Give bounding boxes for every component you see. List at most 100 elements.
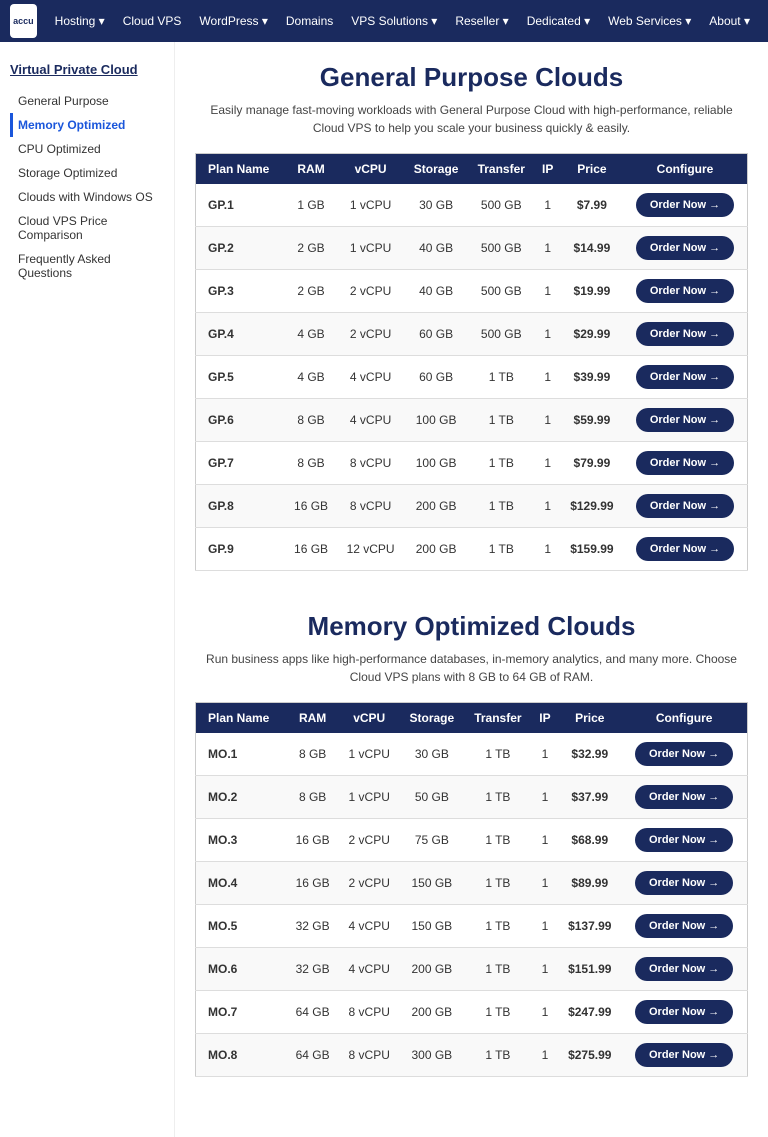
- gp-plan-price: $59.99: [561, 399, 623, 442]
- gp-plan-configure[interactable]: Order Now →: [623, 184, 748, 227]
- gp-col-plan: Plan Name: [196, 154, 286, 185]
- gp-plan-configure[interactable]: Order Now →: [623, 442, 748, 485]
- mo-plan-ram: 16 GB: [286, 862, 338, 905]
- table-row: GP.5 4 GB 4 vCPU 60 GB 1 TB 1 $39.99 Ord…: [196, 356, 748, 399]
- mo-plan-configure[interactable]: Order Now →: [621, 862, 747, 905]
- order-now-button[interactable]: Order Now →: [635, 1000, 733, 1024]
- gp-plan-transfer: 500 GB: [468, 184, 535, 227]
- order-now-button[interactable]: Order Now →: [635, 957, 733, 981]
- gp-plan-configure[interactable]: Order Now →: [623, 528, 748, 571]
- order-now-button[interactable]: Order Now →: [635, 871, 733, 895]
- nav-reseller[interactable]: Reseller ▾: [447, 10, 516, 32]
- nav-dedicated[interactable]: Dedicated ▾: [519, 10, 598, 32]
- nav-vps-solutions[interactable]: VPS Solutions ▾: [343, 10, 445, 32]
- order-now-button[interactable]: Order Now →: [636, 408, 734, 432]
- nav-items: Hosting ▾ Cloud VPS WordPress ▾ Domains …: [47, 10, 758, 32]
- order-now-button[interactable]: Order Now →: [635, 828, 733, 852]
- mo-plan-vcpu: 8 vCPU: [339, 991, 400, 1034]
- gp-plan-name: GP.4: [196, 313, 286, 356]
- mo-plan-configure[interactable]: Order Now →: [621, 819, 747, 862]
- mo-plan-name: MO.3: [196, 819, 287, 862]
- gp-plan-configure[interactable]: Order Now →: [623, 227, 748, 270]
- gp-plan-storage: 100 GB: [404, 399, 468, 442]
- mo-plan-transfer: 1 TB: [464, 776, 532, 819]
- memory-optimized-title: Memory Optimized Clouds: [195, 611, 748, 642]
- gp-plan-configure[interactable]: Order Now →: [623, 313, 748, 356]
- gp-plan-price: $79.99: [561, 442, 623, 485]
- nav-wordpress[interactable]: WordPress ▾: [191, 10, 275, 32]
- gp-plan-storage: 40 GB: [404, 270, 468, 313]
- mo-plan-storage: 75 GB: [400, 819, 465, 862]
- order-now-button[interactable]: Order Now →: [636, 193, 734, 217]
- sidebar-item-general-purpose[interactable]: General Purpose: [10, 89, 164, 113]
- order-now-button[interactable]: Order Now →: [635, 785, 733, 809]
- mo-plan-transfer: 1 TB: [464, 1034, 532, 1077]
- table-row: GP.2 2 GB 1 vCPU 40 GB 500 GB 1 $14.99 O…: [196, 227, 748, 270]
- nav-domains[interactable]: Domains: [278, 10, 341, 32]
- gp-plan-ram: 16 GB: [285, 528, 337, 571]
- sidebar-item-price-comparison[interactable]: Cloud VPS Price Comparison: [10, 209, 164, 247]
- nav-cloud-vps[interactable]: Cloud VPS: [115, 10, 190, 32]
- gp-plan-transfer: 1 TB: [468, 356, 535, 399]
- gp-plan-price: $29.99: [561, 313, 623, 356]
- gp-plan-configure[interactable]: Order Now →: [623, 399, 748, 442]
- gp-plan-name: GP.9: [196, 528, 286, 571]
- gp-plan-price: $129.99: [561, 485, 623, 528]
- gp-plan-price: $14.99: [561, 227, 623, 270]
- mo-plan-configure[interactable]: Order Now →: [621, 733, 747, 776]
- mo-plan-price: $89.99: [558, 862, 621, 905]
- mo-plan-price: $32.99: [558, 733, 621, 776]
- nav-about[interactable]: About ▾: [701, 10, 758, 32]
- top-navigation: accu Hosting ▾ Cloud VPS WordPress ▾ Dom…: [0, 0, 768, 42]
- sidebar-item-faq[interactable]: Frequently Asked Questions: [10, 247, 164, 285]
- order-now-button[interactable]: Order Now →: [635, 742, 733, 766]
- mo-plan-ip: 1: [532, 776, 559, 819]
- mo-col-ip: IP: [532, 703, 559, 734]
- gp-plan-configure[interactable]: Order Now →: [623, 270, 748, 313]
- mo-plan-name: MO.6: [196, 948, 287, 991]
- gp-plan-name: GP.8: [196, 485, 286, 528]
- table-row: MO.2 8 GB 1 vCPU 50 GB 1 TB 1 $37.99 Ord…: [196, 776, 748, 819]
- mo-plan-name: MO.8: [196, 1034, 287, 1077]
- order-now-button[interactable]: Order Now →: [636, 451, 734, 475]
- gp-col-transfer: Transfer: [468, 154, 535, 185]
- mo-plan-transfer: 1 TB: [464, 991, 532, 1034]
- order-now-button[interactable]: Order Now →: [635, 1043, 733, 1067]
- sidebar-item-cpu-optimized[interactable]: CPU Optimized: [10, 137, 164, 161]
- mo-plan-transfer: 1 TB: [464, 733, 532, 776]
- order-now-button[interactable]: Order Now →: [636, 494, 734, 518]
- gp-plan-vcpu: 2 vCPU: [337, 313, 404, 356]
- nav-hosting[interactable]: Hosting ▾: [47, 10, 113, 32]
- mo-plan-configure[interactable]: Order Now →: [621, 776, 747, 819]
- mo-plan-name: MO.1: [196, 733, 287, 776]
- mo-plan-vcpu: 1 vCPU: [339, 733, 400, 776]
- gp-plan-name: GP.1: [196, 184, 286, 227]
- order-now-button[interactable]: Order Now →: [636, 322, 734, 346]
- table-row: GP.1 1 GB 1 vCPU 30 GB 500 GB 1 $7.99 Or…: [196, 184, 748, 227]
- gp-plan-configure[interactable]: Order Now →: [623, 485, 748, 528]
- mo-plan-ram: 64 GB: [286, 1034, 338, 1077]
- gp-plan-ip: 1: [535, 442, 561, 485]
- mo-plan-vcpu: 4 vCPU: [339, 905, 400, 948]
- mo-plan-configure[interactable]: Order Now →: [621, 905, 747, 948]
- order-now-button[interactable]: Order Now →: [636, 279, 734, 303]
- order-now-button[interactable]: Order Now →: [636, 537, 734, 561]
- gp-plan-vcpu: 1 vCPU: [337, 184, 404, 227]
- mo-plan-configure[interactable]: Order Now →: [621, 1034, 747, 1077]
- gp-plan-ip: 1: [535, 270, 561, 313]
- logo[interactable]: accu: [10, 4, 37, 38]
- gp-plan-vcpu: 8 vCPU: [337, 442, 404, 485]
- mo-plan-configure[interactable]: Order Now →: [621, 991, 747, 1034]
- order-now-button[interactable]: Order Now →: [636, 236, 734, 260]
- order-now-button[interactable]: Order Now →: [635, 914, 733, 938]
- nav-web-services[interactable]: Web Services ▾: [600, 10, 699, 32]
- mo-plan-configure[interactable]: Order Now →: [621, 948, 747, 991]
- mo-plan-vcpu: 1 vCPU: [339, 776, 400, 819]
- gp-plan-ram: 4 GB: [285, 356, 337, 399]
- gp-plan-ram: 8 GB: [285, 442, 337, 485]
- sidebar-item-windows-os[interactable]: Clouds with Windows OS: [10, 185, 164, 209]
- order-now-button[interactable]: Order Now →: [636, 365, 734, 389]
- gp-plan-configure[interactable]: Order Now →: [623, 356, 748, 399]
- sidebar-item-storage-optimized[interactable]: Storage Optimized: [10, 161, 164, 185]
- sidebar-item-memory-optimized[interactable]: Memory Optimized: [10, 113, 164, 137]
